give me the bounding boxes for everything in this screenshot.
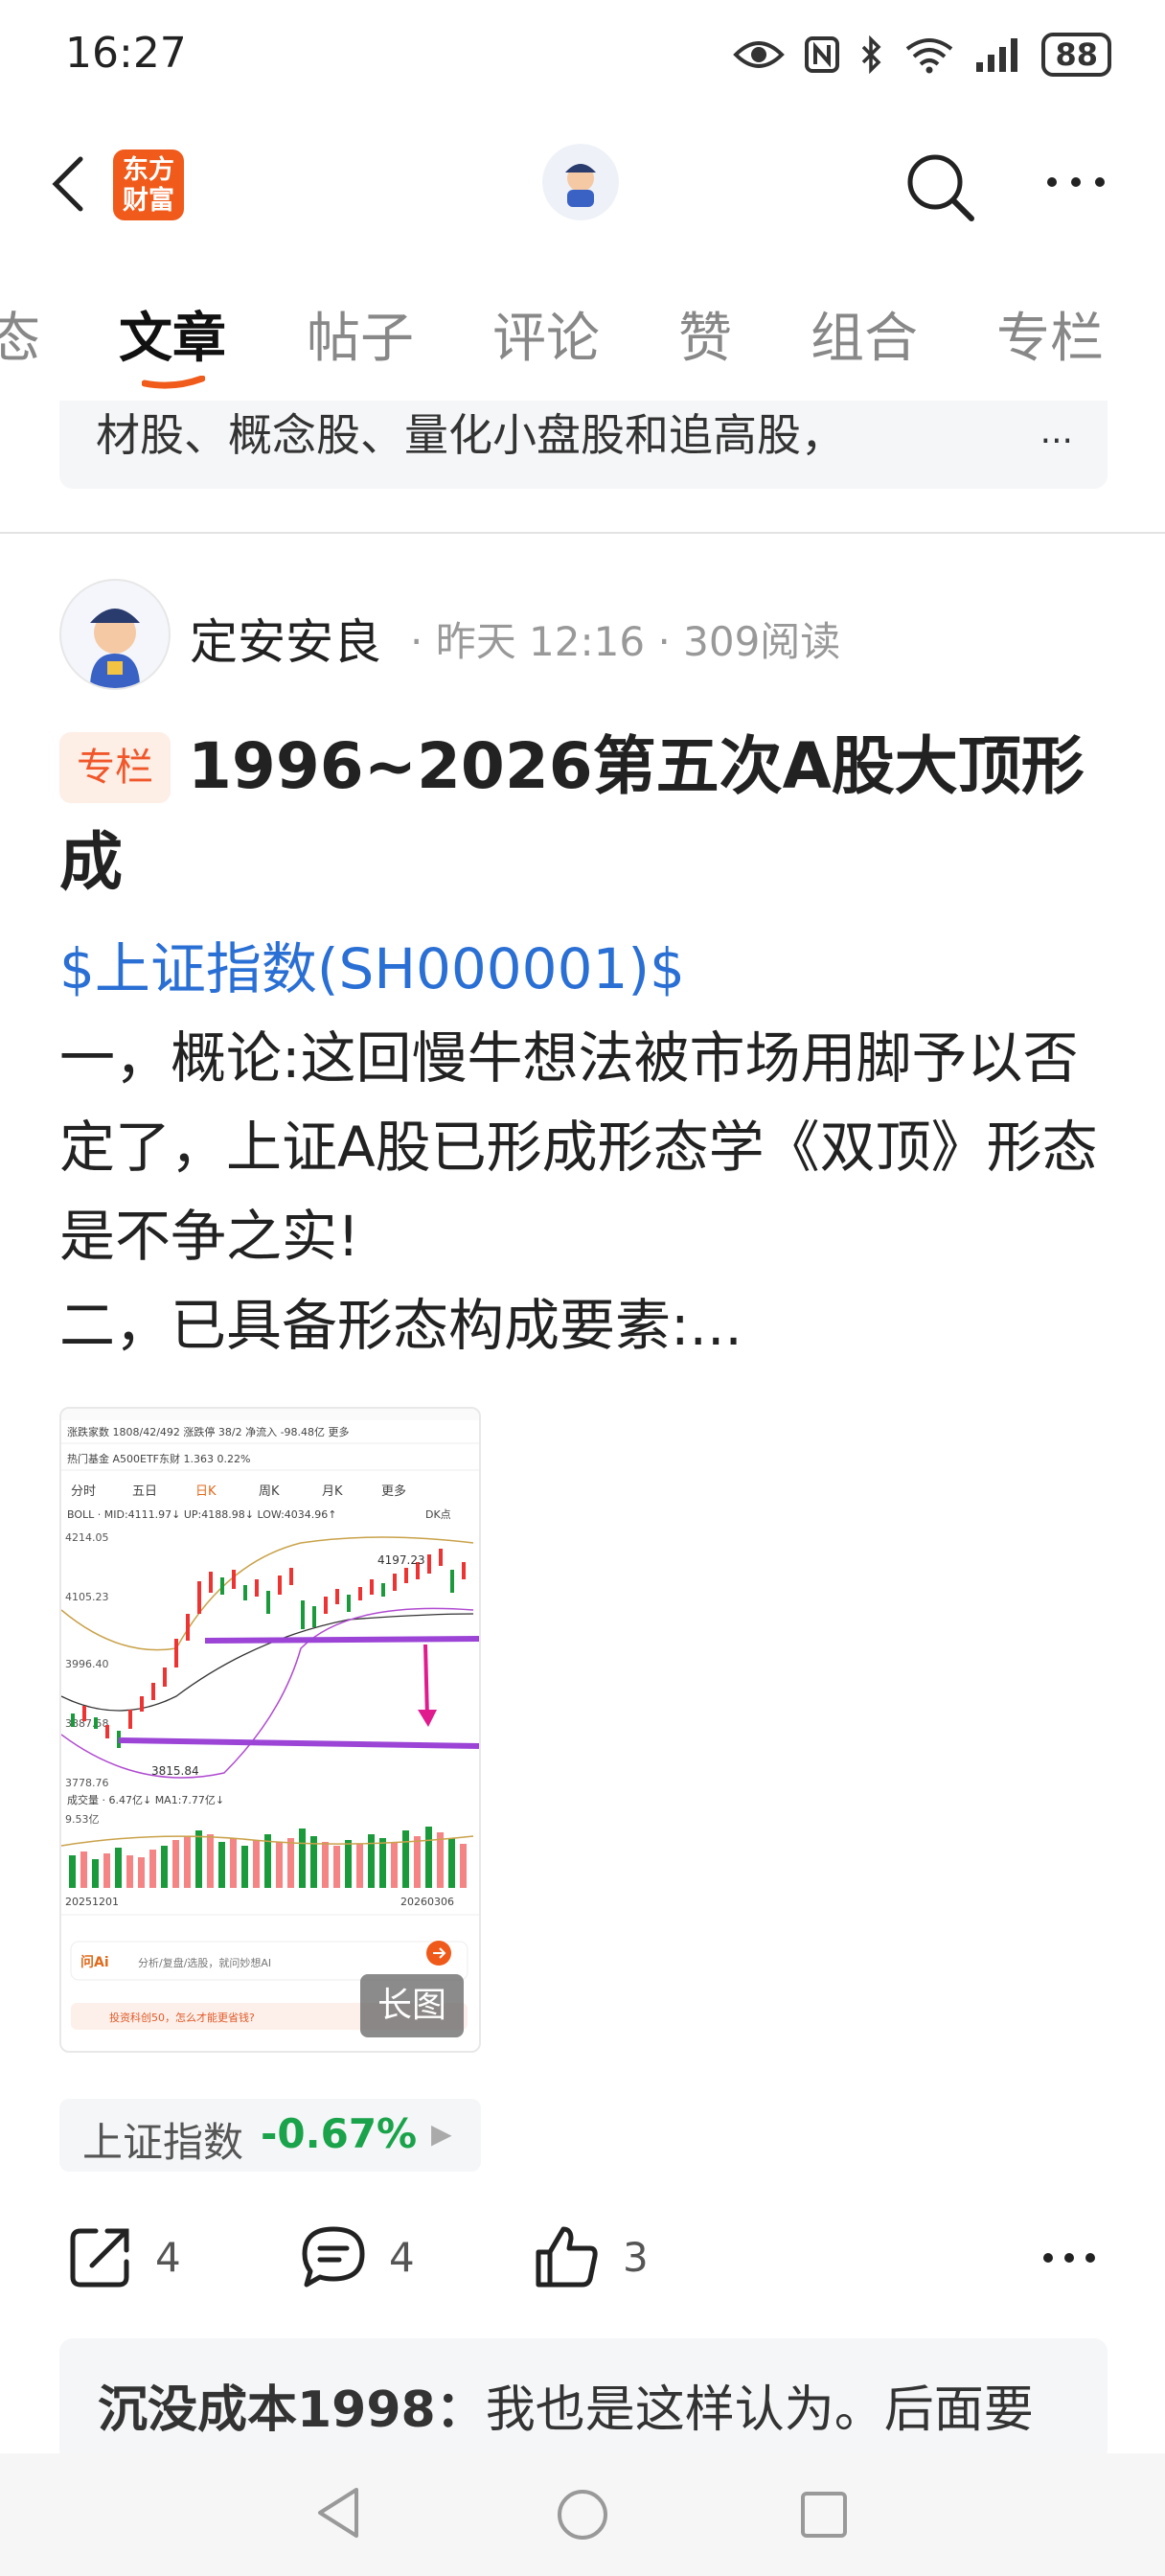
chart-tab-more: 更多 [381, 1484, 406, 1499]
tab-portfolio[interactable]: 组合 [811, 295, 918, 373]
like-button[interactable]: 3 [533, 2214, 649, 2300]
kline-screenshot: 涨跌家数 1808/42/492 涨跌停 38/2 净流入 -98.48亿 更多… [61, 1409, 479, 2030]
snippet-ellipsis: ... [1039, 412, 1073, 451]
comment-icon [302, 2226, 365, 2288]
previous-post-snippet[interactable]: 材股、概念股、量化小盘股和追高股， ... [59, 401, 1108, 489]
svg-text:3996.40: 3996.40 [65, 1658, 109, 1670]
comment-button[interactable]: 4 [299, 2214, 415, 2300]
chart-low-label: 3815.84 [151, 1764, 199, 1778]
chart-promo: 投资科创50，怎么才能更省钱? [109, 2011, 255, 2024]
share-button[interactable]: 4 [67, 2214, 181, 2300]
bluetooth-icon [862, 35, 881, 74]
share-icon [70, 2228, 129, 2288]
tab-comments[interactable]: 评论 [492, 295, 600, 373]
back-arrow-icon[interactable] [48, 153, 90, 215]
profile-tabs: 态 文章 帖子 评论 赞 组合 专栏 [0, 288, 1165, 393]
chart-high-label: 4197.23 [377, 1553, 425, 1567]
divider [0, 532, 1165, 534]
post-meta: · 昨天 12:16 · 309阅读 [410, 618, 841, 665]
nav-back-icon[interactable] [314, 2486, 362, 2540]
chart-tab-5day: 五日 [132, 1484, 157, 1499]
nav-home-icon[interactable] [556, 2488, 609, 2542]
share-count: 4 [155, 2233, 181, 2281]
nav-recents-icon[interactable] [799, 2490, 849, 2540]
stock-change: -0.67% [261, 2110, 418, 2157]
post-image-chart[interactable]: 涨跌家数 1808/42/492 涨跌停 38/2 净流入 -98.48亿 更多… [59, 1407, 481, 2053]
author-name[interactable]: 定安安良 [190, 604, 381, 673]
chevron-right-icon: ▶ [431, 2118, 452, 2150]
volume-bars [69, 1827, 467, 1888]
author-avatar[interactable] [59, 579, 171, 690]
tab-likes[interactable]: 赞 [678, 295, 732, 373]
search-icon[interactable] [904, 151, 977, 224]
post-body-line2: 二，已具备形态构成要素:... [59, 1293, 742, 1358]
tab-columns[interactable]: 专栏 [996, 295, 1104, 373]
chart-dk: DK点 [425, 1508, 451, 1521]
svg-text:9.53亿: 9.53亿 [65, 1813, 100, 1826]
chart-ai-placeholder: 分析/复盘/选股，就问妙想AI [138, 1956, 271, 1969]
chart-boll: BOLL · MID:4111.97↓ UP:4188.98↓ LOW:4034… [67, 1508, 337, 1521]
post-actions: 4 4 3 [59, 2214, 1113, 2310]
nfc-icon [805, 36, 840, 73]
post-body-line1: 一，概论:这回慢牛想法被市场用脚予以否定了，上证A股已形成形态学《双顶》形态是不… [59, 1025, 1098, 1269]
chart-row1: 涨跌家数 1808/42/492 涨跌停 38/2 净流入 -98.48亿 更多 [67, 1425, 350, 1438]
svg-text:3778.76: 3778.76 [65, 1777, 109, 1789]
status-bar: 16:27 88 [0, 0, 1165, 117]
chart-date-end: 20260306 [400, 1896, 454, 1908]
tab-articles[interactable]: 文章 [119, 295, 226, 373]
user-avatar-icon[interactable] [542, 144, 619, 220]
chart-volume-label: 成交量 · 6.47亿↓ MA1:7.77亿↓ [67, 1793, 224, 1806]
chart-tab-monthly: 月K [322, 1484, 343, 1499]
author-row: 定安安良 · 昨天 12:16 · 309阅读 [59, 579, 1113, 692]
battery-indicator: 88 [1041, 33, 1111, 77]
post-title[interactable]: 专栏 1996~2026第五次A股大顶形成 [59, 719, 1104, 910]
svg-text:4105.23: 4105.23 [65, 1591, 109, 1603]
post-body[interactable]: $上证指数(SH000001)$ 一，概论:这回慢牛想法被市场用脚予以否定了，上… [59, 925, 1113, 1370]
like-count: 3 [623, 2233, 649, 2281]
chart-tab-intraday: 分时 [71, 1484, 96, 1499]
comment-count: 4 [389, 2233, 415, 2281]
chart-tab-daily: 日K [195, 1484, 217, 1499]
chart-ai-label: 问Ai [80, 1954, 109, 1970]
post-more-icon[interactable] [1040, 2250, 1098, 2266]
post-title-text: 1996~2026第五次A股大顶形成 [59, 729, 1085, 899]
more-options-icon[interactable] [1044, 174, 1108, 190]
signal-icon [976, 38, 1018, 72]
tab-posts[interactable]: 帖子 [307, 295, 414, 373]
column-badge: 专栏 [59, 732, 171, 803]
wifi-icon [906, 38, 953, 74]
tab-dynamic[interactable]: 态 [0, 295, 40, 373]
eastmoney-logo[interactable]: 东方 财富 [113, 150, 184, 220]
top-nav-bar: 东方 财富 [0, 125, 1165, 249]
comment-text: 沉没成本1998：我也是这样认为。后面要 [98, 2369, 1034, 2441]
chart-date-start: 20251201 [65, 1896, 119, 1908]
snippet-text: 材股、概念股、量化小盘股和追高股， [96, 409, 845, 461]
status-time: 16:27 [65, 29, 187, 78]
comment-author[interactable]: 沉没成本1998： [98, 2381, 486, 2439]
svg-text:4214.05: 4214.05 [65, 1531, 109, 1544]
status-icons: 88 [733, 33, 1111, 77]
stock-link[interactable]: $上证指数(SH000001)$ [59, 925, 1113, 1014]
chart-row2: 热门基金 A500ETF东财 1.363 0.22% [67, 1452, 250, 1465]
eye-icon [733, 41, 786, 68]
stock-chip[interactable]: 上证指数 -0.67% ▶ [59, 2099, 481, 2172]
active-tab-indicator [142, 376, 205, 389]
comment-preview[interactable]: 沉没成本1998：我也是这样认为。后面要 [59, 2338, 1108, 2463]
thumbs-up-icon [536, 2226, 598, 2288]
chart-tab-weekly: 周K [259, 1484, 280, 1499]
system-nav-bar [0, 2453, 1165, 2576]
stock-name: 上证指数 [82, 2119, 244, 2166]
long-image-tag: 长图 [360, 1974, 464, 2037]
comment-content: 我也是这样认为。后面要 [485, 2381, 1034, 2439]
